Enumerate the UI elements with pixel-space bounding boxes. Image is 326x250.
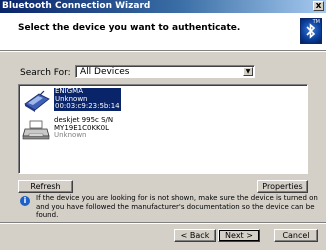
next-button[interactable]: Next >: [218, 229, 260, 242]
window-title: Bluetooth Connection Wizard: [2, 1, 151, 11]
search-for-value: All Devices: [80, 67, 130, 77]
printer-icon: [22, 120, 50, 140]
dropdown-arrow-icon[interactable]: ▼: [243, 67, 253, 76]
title-bar: Bluetooth Connection Wizard x: [0, 0, 326, 13]
close-button[interactable]: x: [313, 1, 324, 11]
device-item-deskjet[interactable]: deskjet 995c S/N MY19E1C0KK0L Unknown: [22, 116, 142, 143]
device-item-enigma[interactable]: ENIGMA Unknown 00:03:c9:23:5b:14: [22, 87, 142, 114]
bluetooth-logo-icon: TM: [300, 18, 322, 44]
phone-icon: [24, 90, 50, 112]
page-heading: Select the device you want to authentica…: [18, 23, 241, 33]
search-for-label: Search For:: [20, 68, 71, 78]
info-icon: i: [20, 196, 30, 206]
wizard-header: Select the device you want to authentica…: [0, 13, 326, 49]
device-list[interactable]: ENIGMA Unknown 00:03:c9:23:5b:14 deskjet…: [18, 84, 308, 174]
info-message: If the device you are looking for is not…: [36, 194, 318, 219]
properties-button[interactable]: Properties: [257, 180, 308, 193]
device-address: 00:03:c9:23:5b:14: [55, 102, 120, 110]
refresh-button[interactable]: Refresh: [18, 180, 73, 193]
back-button[interactable]: < Back: [174, 229, 216, 242]
logo-trademark: TM: [312, 19, 320, 25]
footer-divider: [0, 222, 326, 224]
search-for-select[interactable]: All Devices ▼: [75, 65, 255, 78]
device-status: Unknown: [54, 131, 87, 139]
cancel-button[interactable]: Cancel: [274, 229, 318, 242]
